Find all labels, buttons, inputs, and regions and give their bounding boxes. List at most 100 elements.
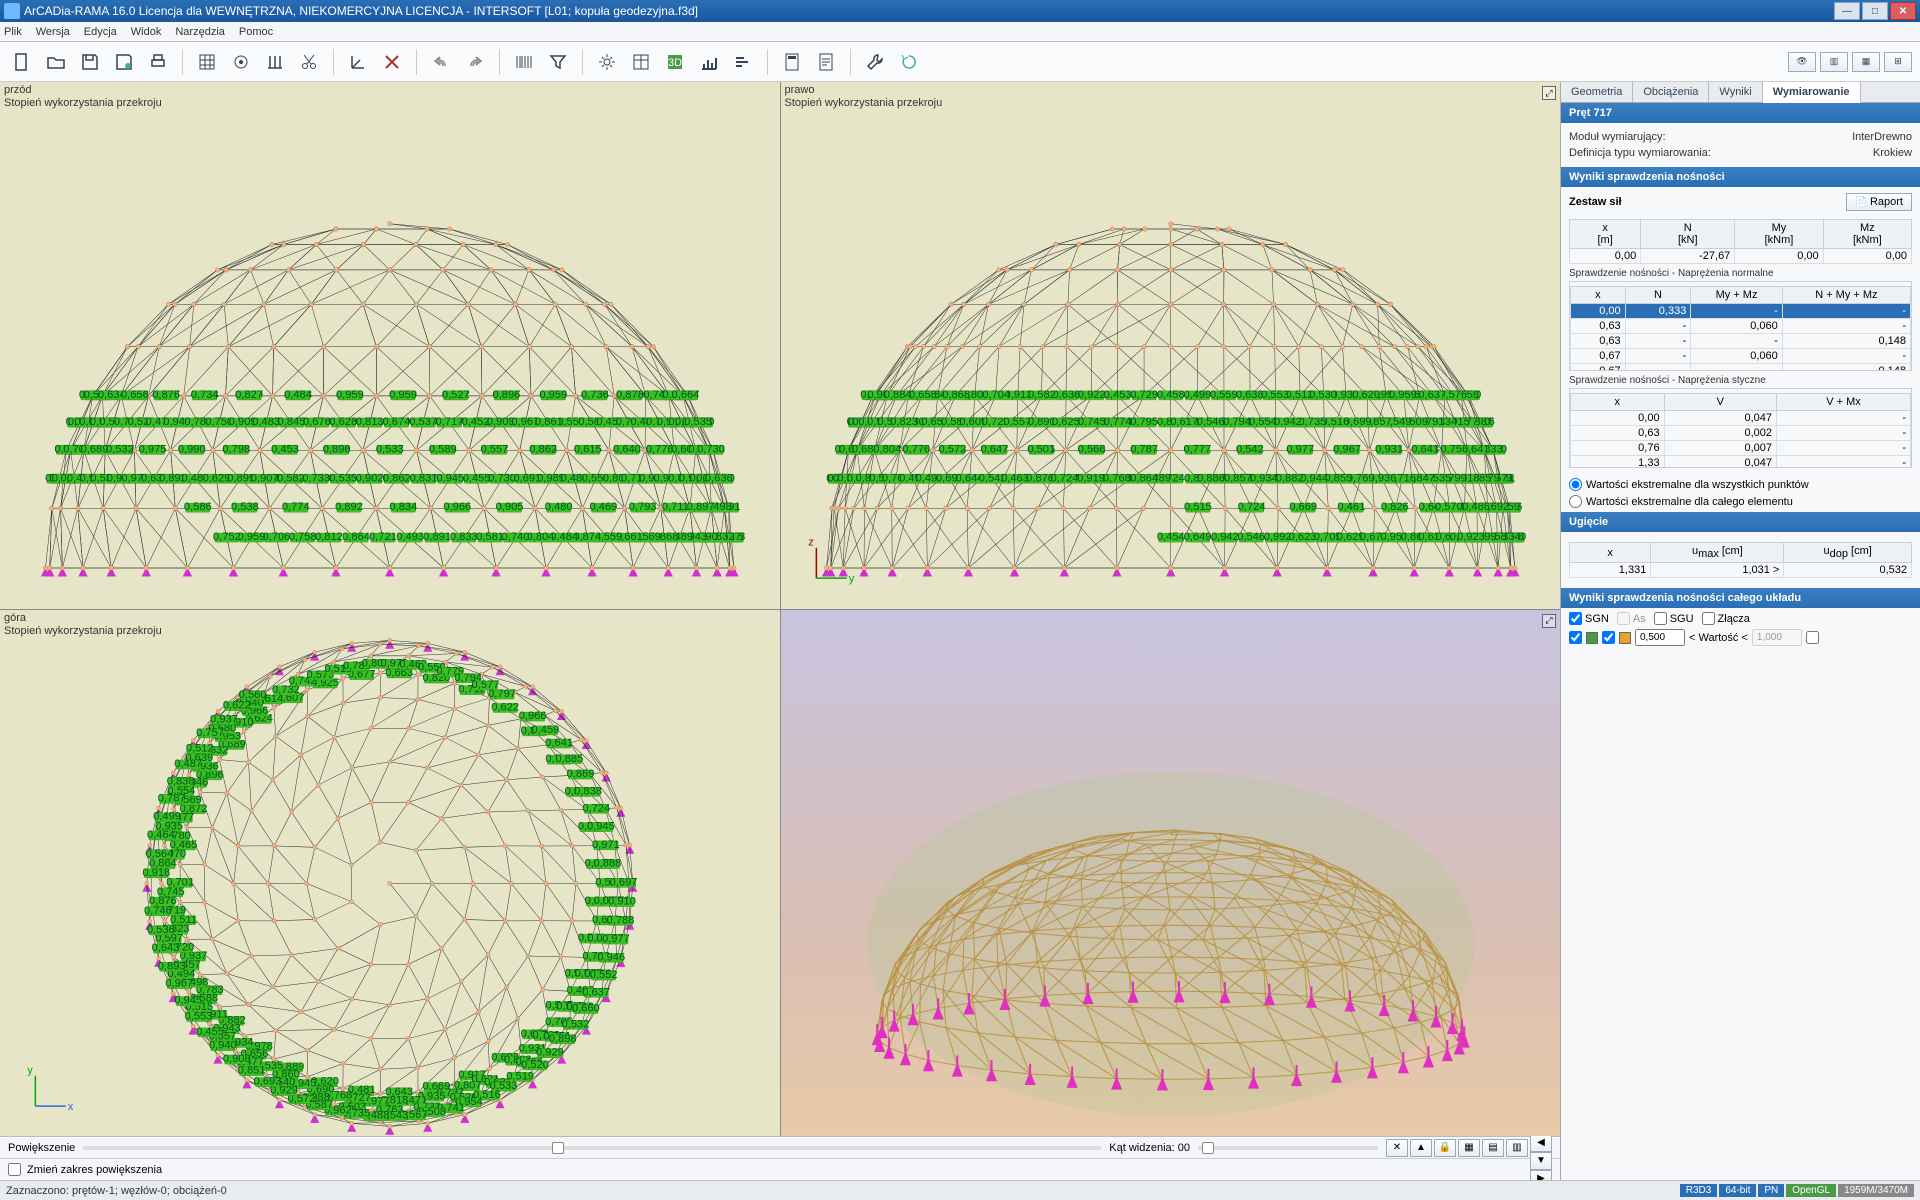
nav-grid1-icon[interactable]: ▦	[1458, 1139, 1480, 1157]
open-file-icon[interactable]	[42, 48, 70, 76]
svg-text:0,793: 0,793	[629, 501, 657, 513]
tab-geometria[interactable]: Geometria	[1561, 82, 1633, 102]
footer-bar-2: Zmień zakres powiększenia ● ◀ ▼ ▶ ⌂ 🖶	[0, 1158, 1560, 1180]
svg-text:0,931: 0,931	[1375, 443, 1403, 455]
svg-text:0,724: 0,724	[1237, 501, 1265, 513]
svg-text:0,730: 0,730	[488, 472, 516, 484]
svg-text:0,453: 0,453	[1103, 389, 1131, 401]
menu-narzedzia[interactable]: Narzędzia	[175, 26, 225, 38]
levels-icon[interactable]	[729, 48, 757, 76]
zoom-slider[interactable]	[83, 1146, 1101, 1150]
nav-x-icon[interactable]: ✕	[1386, 1139, 1408, 1157]
fov-slider[interactable]	[1198, 1146, 1378, 1150]
nav-up-icon[interactable]: ▲	[1410, 1139, 1432, 1157]
undo-icon[interactable]	[427, 48, 455, 76]
nav-grid3-icon[interactable]: ▥	[1506, 1139, 1528, 1157]
svg-text:0,797: 0,797	[488, 688, 516, 700]
viewport-3d[interactable]: ⤢	[781, 610, 1561, 1137]
nav-grid2-icon[interactable]: ▤	[1482, 1139, 1504, 1157]
calculator-icon[interactable]	[778, 48, 806, 76]
normal-stress-table[interactable]: xNMy + MzN + My + Mz0,000,333--0,63-0,06…	[1569, 281, 1912, 371]
zoom-range-checkbox[interactable]	[8, 1163, 21, 1176]
svg-text:0,776: 0,776	[646, 443, 674, 455]
menu-plik[interactable]: Plik	[4, 26, 22, 38]
svg-text:0,501: 0,501	[1027, 443, 1055, 455]
svg-text:0,959: 0,959	[539, 389, 567, 401]
svg-text:0,787: 0,787	[158, 792, 186, 804]
nav-lock-icon[interactable]: 🔒	[1434, 1139, 1456, 1157]
svg-text:0,838: 0,838	[167, 775, 195, 787]
cut-icon[interactable]	[295, 48, 323, 76]
minimize-button[interactable]: —	[1834, 2, 1860, 20]
check-sgu[interactable]: SGU	[1654, 612, 1694, 625]
menu-wersja[interactable]: Wersja	[36, 26, 70, 38]
close-button[interactable]: ✕	[1890, 2, 1916, 20]
3d-icon[interactable]: 3D	[661, 48, 689, 76]
radio-whole-element[interactable]: Wartości ekstremalne dla całego elementu	[1569, 495, 1912, 508]
svg-text:0,823: 0,823	[890, 416, 918, 428]
svg-text:0,959: 0,959	[1388, 389, 1416, 401]
view-render-icon[interactable]: ▦	[1852, 52, 1880, 72]
svg-text:0,458: 0,458	[1156, 389, 1184, 401]
chart-icon[interactable]	[695, 48, 723, 76]
save-icon[interactable]	[76, 48, 104, 76]
delete-icon[interactable]	[378, 48, 406, 76]
svg-text:0,572: 0,572	[938, 443, 966, 455]
chip-extra-check[interactable]	[1806, 631, 1819, 644]
wrench-icon[interactable]	[861, 48, 889, 76]
nav-down-icon[interactable]: ▼	[1530, 1152, 1552, 1170]
svg-text:0,499: 0,499	[1183, 389, 1211, 401]
svg-text:0,649: 0,649	[1183, 531, 1211, 543]
shear-stress-table[interactable]: xVV + Mx0,000,047-0,630,002-0,760,007-1,…	[1569, 388, 1912, 468]
svg-text:0,527: 0,527	[442, 389, 470, 401]
viewport-top[interactable]: góra Stopień wykorzystania przekroju 0,6…	[0, 610, 780, 1137]
nav-left-icon[interactable]: ◀	[1530, 1134, 1552, 1152]
view-wireframe-icon[interactable]: ⊞	[1884, 52, 1912, 72]
print-icon[interactable]	[144, 48, 172, 76]
report-button[interactable]: 📄 Raport	[1846, 193, 1912, 211]
chip-orange-check[interactable]	[1602, 631, 1615, 644]
table-icon[interactable]	[627, 48, 655, 76]
svg-text:0,861: 0,861	[535, 416, 563, 428]
results-header: Wyniki sprawdzenia nośności	[1561, 167, 1920, 187]
menu-widok[interactable]: Widok	[131, 26, 162, 38]
svg-text:0,888: 0,888	[594, 857, 622, 869]
viewport-front[interactable]: przód Stopień wykorzystania przekroju 0,…	[0, 82, 780, 609]
grid-icon[interactable]	[193, 48, 221, 76]
refresh-icon[interactable]	[895, 48, 923, 76]
menu-edycja[interactable]: Edycja	[84, 26, 117, 38]
barcode-icon[interactable]	[510, 48, 538, 76]
radio-all-points[interactable]: Wartości ekstremalne dla wszystkich punk…	[1569, 478, 1912, 491]
new-file-icon[interactable]	[8, 48, 36, 76]
check-zlacza[interactable]: Złącza	[1702, 612, 1750, 625]
chip-green-check[interactable]	[1569, 631, 1582, 644]
svg-text:0,730: 0,730	[697, 443, 725, 455]
view-layers-icon[interactable]: ▥	[1820, 52, 1848, 72]
tab-obciazenia[interactable]: Obciążenia	[1633, 82, 1709, 102]
threshold-low-input[interactable]	[1635, 629, 1685, 646]
svg-text:0,656: 0,656	[121, 389, 149, 401]
columns-icon[interactable]	[261, 48, 289, 76]
filter-icon[interactable]	[544, 48, 572, 76]
check-sgn[interactable]: SGN	[1569, 612, 1609, 625]
axis-icon[interactable]	[344, 48, 372, 76]
svg-text:0,586: 0,586	[184, 501, 212, 513]
maximize-button[interactable]: □	[1862, 2, 1888, 20]
gear-icon[interactable]	[593, 48, 621, 76]
svg-text:0,499: 0,499	[153, 810, 181, 822]
redo-icon[interactable]	[461, 48, 489, 76]
svg-text:0,620: 0,620	[1352, 389, 1380, 401]
snap-icon[interactable]	[227, 48, 255, 76]
viewport-right[interactable]: prawo Stopień wykorzystania przekroju ⤢ …	[781, 82, 1561, 609]
report-icon[interactable]	[812, 48, 840, 76]
threshold-high-input[interactable]	[1752, 629, 1802, 646]
tab-wyniki[interactable]: Wyniki	[1709, 82, 1762, 102]
check-as[interactable]: As	[1617, 612, 1646, 625]
save-as-icon[interactable]	[110, 48, 138, 76]
nav-right-icon[interactable]: ▶	[1530, 1170, 1552, 1181]
svg-text:0,461: 0,461	[1337, 501, 1365, 513]
tab-wymiarowanie[interactable]: Wymiarowanie	[1763, 82, 1861, 103]
view-eye-icon[interactable]: 👁	[1788, 52, 1816, 72]
menu-pomoc[interactable]: Pomoc	[239, 26, 273, 38]
svg-text:0,864: 0,864	[342, 531, 370, 543]
